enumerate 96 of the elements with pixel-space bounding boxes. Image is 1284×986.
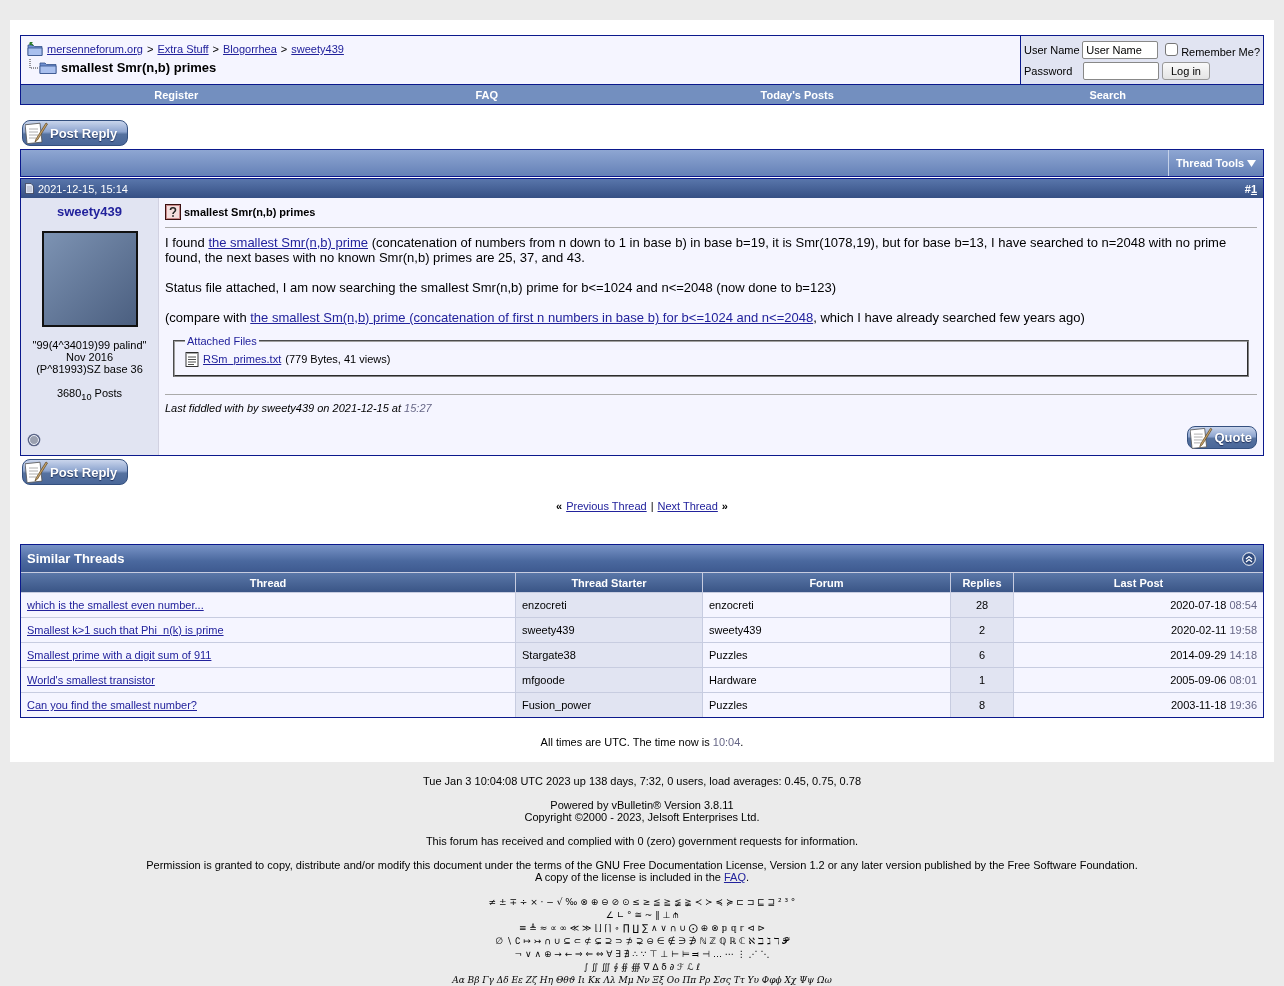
post-paragraph: (compare with the smallest Sm(n,b) prime (concatenation of first n numbers in base b) for b<=1024 and n<=2048, which I have already searched few years ago) xyxy=(165,310,1086,325)
username-field[interactable]: User Name xyxy=(1082,40,1159,59)
nested-folder-icon xyxy=(27,59,57,75)
table-cell: 2003-11-18 19:36 xyxy=(1014,693,1263,717)
table-cell: 8 xyxy=(951,693,1013,717)
table-cell: 2 xyxy=(951,618,1013,642)
attachments-legend: Attached Files xyxy=(185,335,259,347)
post-title: smallest Smr(n,b) primes xyxy=(184,206,316,218)
table-cell: sweety439 xyxy=(703,618,950,642)
breadcrumb-link[interactable]: Extra Stuff xyxy=(157,43,209,55)
login-button[interactable]: Log in xyxy=(1162,61,1210,80)
breadcrumb-separator: > xyxy=(280,43,288,55)
quote-button[interactable]: Quote xyxy=(1187,426,1257,449)
table-cell: Stargate38 xyxy=(516,643,702,667)
copyright: Copyright ©2000 - 2023, Jelsoft Enterprises Ltd. xyxy=(524,811,760,823)
post-count: 3680$_{10}$ Posts xyxy=(56,387,123,404)
symbol-row: ∅ ∖ ∁ ↦ ↣ ∩ ∪ ⊆ ⊂ ⊄ ⊊ ⊇ ⊃ ⊅ ⊋ ⊖ ∈ ∉ ∋ ∌ ℕ ℤ ℚ ℝ ℂ ℵ ℶ ℷ ℸ 𝓟 xyxy=(495,935,789,948)
table-cell: 6 xyxy=(951,643,1013,667)
government-note: This forum has received and complied with 0 (zero) government requests for information. xyxy=(425,835,859,847)
post-link[interactable]: the smallest Smr(n,b) prime xyxy=(208,235,369,250)
document-icon xyxy=(25,183,34,194)
license-copy-note: A copy of the license is included in the FAQ. xyxy=(534,871,749,883)
table-cell: 2014-09-29 14:18 xyxy=(1014,643,1263,667)
thread-title: smallest Smr(n,b) primes xyxy=(61,59,217,75)
greek-letters-row: Αα Ββ Γγ Δδ Εε Ζζ Ηη Θθϑ Ιι Κκ Λλ Μμ Νν Ξξ Οο Ππ Ρρ Σσς Ττ Υυ Φφϕ Χχ Ψψ Ωω xyxy=(452,974,832,986)
folder-icon xyxy=(27,41,43,57)
table-cell: mfgoode xyxy=(516,668,702,692)
table-cell: Puzzles xyxy=(703,643,950,667)
previous-thread-link[interactable]: Previous Thread xyxy=(566,500,647,512)
post-number-link[interactable]: 1 xyxy=(1250,182,1257,195)
column-header: Thread Starter xyxy=(516,573,702,592)
remember-label: Remember Me? xyxy=(1181,45,1260,58)
column-header: Forum xyxy=(703,573,950,592)
post-paragraph: Status file attached, I am now searching the smallest Smr(n,b) prime for b<=1024 and n<=2048 (now done to b=123) xyxy=(165,280,837,295)
username-link[interactable]: sweety439 xyxy=(56,204,123,219)
table-cell: enzocreti xyxy=(703,593,950,617)
post-reply-button[interactable]: Post Reply xyxy=(22,120,128,146)
thread-link[interactable]: Smallest prime with a digit sum of 911 xyxy=(27,649,212,661)
guillemet-mark: » xyxy=(721,500,728,512)
attachment-link[interactable]: RSm_primes.txt xyxy=(203,353,282,365)
faq-link[interactable]: FAQ xyxy=(723,871,746,883)
breadcrumb-link[interactable]: Blogorrhea xyxy=(223,43,277,55)
powered-by: Powered by vBulletin® Version 3.8.11 xyxy=(550,799,734,811)
document-pen-icon xyxy=(25,122,49,144)
attachment-info: (779 Bytes, 41 views) xyxy=(285,353,391,365)
breadcrumb-separator: > xyxy=(147,43,154,55)
table-cell: Puzzles xyxy=(703,693,950,717)
table-cell: 28 xyxy=(951,593,1013,617)
edit-note: Last fiddled with by sweety439 on 2021-12-15 at 15:27 xyxy=(165,402,433,414)
similar-threads-title: Similar Threads xyxy=(27,551,125,566)
collapse-icon[interactable] xyxy=(1242,551,1256,566)
symbol-row: ¬ ∨ ∧ ⊕ → ← ⇒ ⇐ ⇔ ∀ ∃ ∄ ∴ ∵ ⊤ ⊥ ⊢ ⊨ ⫤ ⊣ … ⋯ ⋮ ⋰ ⋱ xyxy=(514,948,770,961)
table-cell: sweety439 xyxy=(516,618,702,642)
password-field[interactable] xyxy=(1083,61,1159,80)
table-cell: Hardware xyxy=(703,668,950,692)
symbol-row: ∠ ∟ ° ≅ ~ ‖ ⊥ ⫛ xyxy=(605,909,679,922)
question-icon xyxy=(165,204,181,220)
user-title: "99(4^34019)99 palind" xyxy=(32,339,147,351)
symbol-row: ∫ ∬ ∭ ∮ ∯ ∰ ∇ ∆ δ ∂ ℱ ℒ ℓ xyxy=(583,961,701,974)
column-header: Last Post xyxy=(1014,573,1263,592)
next-thread-link[interactable]: Next Thread xyxy=(657,500,718,512)
breadcrumb-link[interactable]: sweety439 xyxy=(291,43,344,55)
remember-checkbox[interactable] xyxy=(1165,43,1179,56)
join-date: Nov 2016 xyxy=(64,351,115,363)
text-file-icon xyxy=(185,351,199,367)
table-cell: 1 xyxy=(951,668,1013,692)
thread-link[interactable]: Can you find the smallest number? xyxy=(27,699,197,711)
document-pen-icon xyxy=(1190,426,1214,449)
license-text: Permission is granted to copy, distribute and/or modify this document under the terms of the GNU Free Documentation License, Version 1.2 or any later version published by the Free Software Foundation. xyxy=(146,859,1138,871)
server-status: Tue Jan 3 10:04:08 UTC 2023 up 138 days, 7:32, 0 users, load averages: 0.45, 0.75, 0.78 xyxy=(422,775,862,787)
post-reply-button[interactable]: Post Reply xyxy=(22,459,128,485)
username-label: User Name xyxy=(1024,43,1081,56)
timezone-note: All times are UTC. The time now is 10:04. xyxy=(539,736,745,748)
caret-down-icon xyxy=(1247,159,1257,167)
column-header: Thread xyxy=(21,573,515,592)
post-paragraph: I found the smallest Smr(n,b) prime (concatenation of numbers from n down to 1 in base b) in base b=19, it is Smr(1078,19), but for base b=13, I have searched to n=2048 with no prime found, the next bases with no known Smr(n,b) primes are 25, 37, and 43. xyxy=(165,235,1228,265)
breadcrumb-separator: > xyxy=(212,43,220,55)
table-cell: 2020-07-18 08:54 xyxy=(1014,593,1263,617)
document-pen-icon xyxy=(25,461,49,483)
thread-link[interactable]: Smallest k>1 such that Phi_n(k) is prime xyxy=(27,624,224,636)
table-cell: 2020-02-11 19:58 xyxy=(1014,618,1263,642)
symbol-row: ≡ ≜ ≈ ∝ ∞ ≪ ≫ ⌊⌋ ⌈⌉ ∘ ∏ ∐ ∑ ∧ ∨ ∩ ∪ ⨀ ⊕ ⊗ 𝕡 𝕢 𝕣 ⊲ ⊳ xyxy=(518,922,765,935)
table-cell: Fusion_power xyxy=(516,693,702,717)
breadcrumb-link[interactable]: mersenneforum.org xyxy=(47,43,143,55)
thread-link[interactable]: which is the smallest even number... xyxy=(27,599,204,611)
user-location: (P^81993)SZ base 36 xyxy=(35,363,144,375)
symbol-row: ≠ ± ∓ ÷ × · − √ ‰ ⊗ ⊕ ⊖ ⊘ ⊙ ≤ ≥ ≦ ≧ ≨ ≩ ≺ ≻ ≼ ≽ ⊏ ⊐ ⊑ ⊒ ² ³ ° xyxy=(488,896,796,909)
thread-link[interactable]: World's smallest transistor xyxy=(27,674,155,686)
guillemet-mark: « xyxy=(556,500,563,512)
post-date: 2021-12-15, 15:14 xyxy=(38,182,128,195)
column-header: Replies xyxy=(951,573,1013,592)
table-cell: enzocreti xyxy=(516,593,702,617)
post-number: #1 xyxy=(1244,182,1257,195)
table-cell: 2005-09-06 08:01 xyxy=(1014,668,1263,692)
password-label: Password xyxy=(1024,64,1074,77)
nav-divider: | xyxy=(650,500,654,512)
